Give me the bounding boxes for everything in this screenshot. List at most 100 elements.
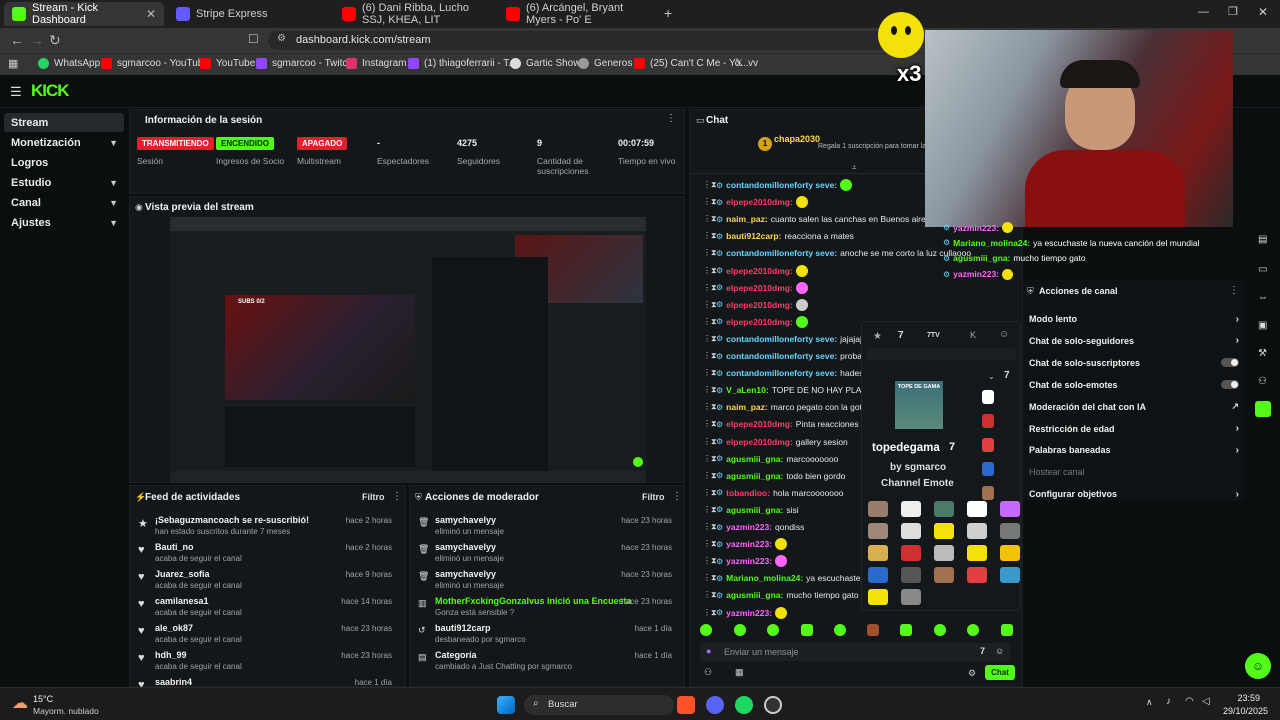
- emote-icon[interactable]: [901, 545, 921, 561]
- mod-action-item[interactable]: ↺ bauti912carp desbaneado por sgmarco hace …: [410, 623, 680, 649]
- chat-message[interactable]: ⋮⧗⚙contandomilloneforty seve:jajajajajaj…: [703, 331, 880, 347]
- more-options-icon[interactable]: ⋮: [1229, 285, 1239, 296]
- mod-actions-icon[interactable]: ⋮⧗: [703, 317, 717, 327]
- channel-action-item[interactable]: Chat de solo-suscriptores: [1029, 356, 1239, 370]
- mod-actions-icon[interactable]: ⋮⧗: [703, 437, 717, 447]
- chat-username[interactable]: agusmiii_gna:: [726, 454, 783, 464]
- mod-actions-icon[interactable]: ⋮⧗: [703, 180, 717, 190]
- chat-message[interactable]: ⋮⧗ ⚙ yazmin223:: [703, 553, 788, 569]
- emote-icon[interactable]: [982, 462, 994, 476]
- emote-icon[interactable]: [868, 501, 888, 517]
- emote-icon[interactable]: [801, 624, 813, 636]
- chat-message[interactable]: ⋮⧗ ⚙ elpepe2010dmg:: [703, 297, 808, 313]
- mod-actions-icon[interactable]: ⋮⧗: [703, 471, 717, 481]
- chat-username[interactable]: agusmiii_gna:: [726, 471, 783, 481]
- bookmark-cant-c-me[interactable]: (25) Can't C Me - Yo...: [634, 58, 749, 69]
- monitor-icon[interactable]: ▣: [1258, 320, 1267, 331]
- mod-actions-icon[interactable]: ⋮⧗: [703, 300, 717, 310]
- emote-icon[interactable]: [982, 390, 994, 404]
- mod-actions-icon[interactable]: ⋮⧗: [703, 214, 717, 224]
- mod-actions-icon[interactable]: ⋮⧗: [703, 385, 717, 395]
- chat-message[interactable]: ⋮⧗ ⚙ tobandioo: hola marcooooooo: [703, 485, 844, 501]
- toggle-switch[interactable]: [1221, 358, 1239, 368]
- mod-actions-icon[interactable]: ⋮⧗: [703, 454, 717, 464]
- bookmark-x[interactable]: 𝕏vv: [735, 58, 758, 69]
- wrench-icon[interactable]: ⚒: [1258, 348, 1267, 359]
- chat-username[interactable]: yazmin223:: [726, 608, 772, 618]
- minimize-icon[interactable]: —: [1198, 6, 1209, 18]
- chat-username[interactable]: bauti912carp:: [726, 231, 781, 241]
- apps-grid-icon[interactable]: ▦: [8, 57, 18, 70]
- mod-actions-icon[interactable]: ⋮⧗: [703, 334, 717, 344]
- bookmark-icon[interactable]: ☐: [248, 32, 259, 46]
- steam-icon[interactable]: [764, 696, 782, 714]
- emote-icon[interactable]: [1000, 567, 1020, 583]
- emote-icon[interactable]: [967, 523, 987, 539]
- chat-username[interactable]: elpepe2010dmg:: [726, 437, 793, 447]
- emoji-icon[interactable]: ☺: [995, 646, 1004, 656]
- emote-icon[interactable]: [1001, 624, 1013, 636]
- mod-actions-icon[interactable]: ⋮⧗: [703, 590, 717, 600]
- sidebar-item-stream[interactable]: Stream: [4, 113, 124, 132]
- sidebar-item-canal[interactable]: Canal ▼: [4, 193, 124, 212]
- emote-icon[interactable]: [967, 567, 987, 583]
- more-options-icon[interactable]: ⋮: [392, 491, 402, 502]
- mod-actions-icon[interactable]: ⋮⧗: [703, 283, 717, 293]
- emote-tab-7tv[interactable]: 7TV: [927, 332, 940, 339]
- maximize-icon[interactable]: ❐: [1228, 5, 1238, 18]
- users-icon[interactable]: ⚇: [704, 667, 712, 678]
- emote-icon[interactable]: [982, 414, 994, 428]
- chat-username[interactable]: yazmin223:: [726, 522, 772, 532]
- more-options-icon[interactable]: ⋮: [666, 113, 676, 124]
- chat-input[interactable]: ● Enviar un mensaje 7 ☺: [700, 643, 1010, 661]
- chat-message[interactable]: ⋮⧗ ⚙ Mariano_molina24: ya escuchaste la nue: [703, 570, 886, 586]
- emote-icon[interactable]: [1000, 545, 1020, 561]
- forward-icon[interactable]: →: [30, 32, 44, 48]
- star-icon[interactable]: ★: [873, 331, 882, 342]
- chat-username[interactable]: elpepe2010dmg:: [726, 317, 793, 327]
- emote-icon[interactable]: [734, 624, 746, 636]
- active-panel-icon[interactable]: [1255, 401, 1271, 417]
- channel-action-item[interactable]: Configurar objetivos ›: [1029, 487, 1239, 501]
- chat-message[interactable]: ⋮⧗ ⚙ agusmiii_gna: sisi: [703, 502, 799, 518]
- spotify-icon[interactable]: [735, 696, 753, 714]
- kick-icon[interactable]: K: [970, 330, 976, 340]
- emote-icon[interactable]: [934, 545, 954, 561]
- channel-action-item[interactable]: Restricción de edad ›: [1029, 422, 1239, 436]
- calendar-icon[interactable]: ▦: [735, 667, 744, 678]
- emote-icon[interactable]: [934, 567, 954, 583]
- emote-icon[interactable]: [934, 624, 946, 636]
- mod-actions-icon[interactable]: ⋮⧗: [703, 505, 717, 515]
- arrows-icon[interactable]: ⇔: [1258, 292, 1268, 303]
- reload-icon[interactable]: ↻: [49, 32, 61, 49]
- chat-message[interactable]: ⋮⧗ ⚙ agusmiii_gna: mucho tiempo gato: [703, 587, 859, 603]
- tab-stripe[interactable]: Stripe Express: [168, 2, 328, 26]
- users-icon[interactable]: ⚇: [1258, 376, 1267, 387]
- chat-username[interactable]: V_aLen10:: [726, 385, 769, 395]
- chat-username[interactable]: contandomilloneforty seve:: [726, 368, 837, 378]
- bookmark-generos[interactable]: Generos: [578, 58, 632, 69]
- emote-icon[interactable]: [982, 486, 994, 500]
- chat-message[interactable]: ⋮⧗ ⚙ contandomilloneforty seve: anoche se m…: [703, 245, 971, 261]
- emote-icon[interactable]: [767, 624, 779, 636]
- tab-youtube-2[interactable]: (6) Arcángel, Bryant Myers - Po' E: [498, 2, 658, 26]
- emote-search-input[interactable]: [866, 348, 1016, 360]
- chat-username[interactable]: contandomilloneforty seve:: [726, 351, 837, 361]
- mod-actions-icon[interactable]: ⋮⧗: [703, 351, 717, 361]
- emote-icon[interactable]: [967, 624, 979, 636]
- wifi-icon[interactable]: ◠: [1185, 696, 1194, 707]
- emote-icon[interactable]: [900, 624, 912, 636]
- chat-message[interactable]: ⋮⧗ ⚙ contandomilloneforty seve:: [703, 177, 853, 193]
- mod-actions-icon[interactable]: ⋮⧗: [703, 231, 717, 241]
- feed-filter-button[interactable]: Filtro: [362, 492, 385, 502]
- mod-actions-icon[interactable]: ⋮⧗: [703, 419, 717, 429]
- mod-actions-icon[interactable]: ⋮⧗: [703, 402, 717, 412]
- chat-message[interactable]: ⋮⧗ ⚙ contandomilloneforty seve: hades 66: [703, 365, 875, 381]
- sidebar-item-logros[interactable]: Logros: [4, 153, 124, 172]
- emote-icon[interactable]: [1000, 501, 1020, 517]
- back-icon[interactable]: ←: [10, 32, 24, 48]
- emote-icon[interactable]: [868, 545, 888, 561]
- emote-icon[interactable]: [867, 624, 879, 636]
- emote-icon[interactable]: [700, 624, 712, 636]
- chat-message[interactable]: ⋮⧗ ⚙ yazmin223:: [703, 536, 788, 552]
